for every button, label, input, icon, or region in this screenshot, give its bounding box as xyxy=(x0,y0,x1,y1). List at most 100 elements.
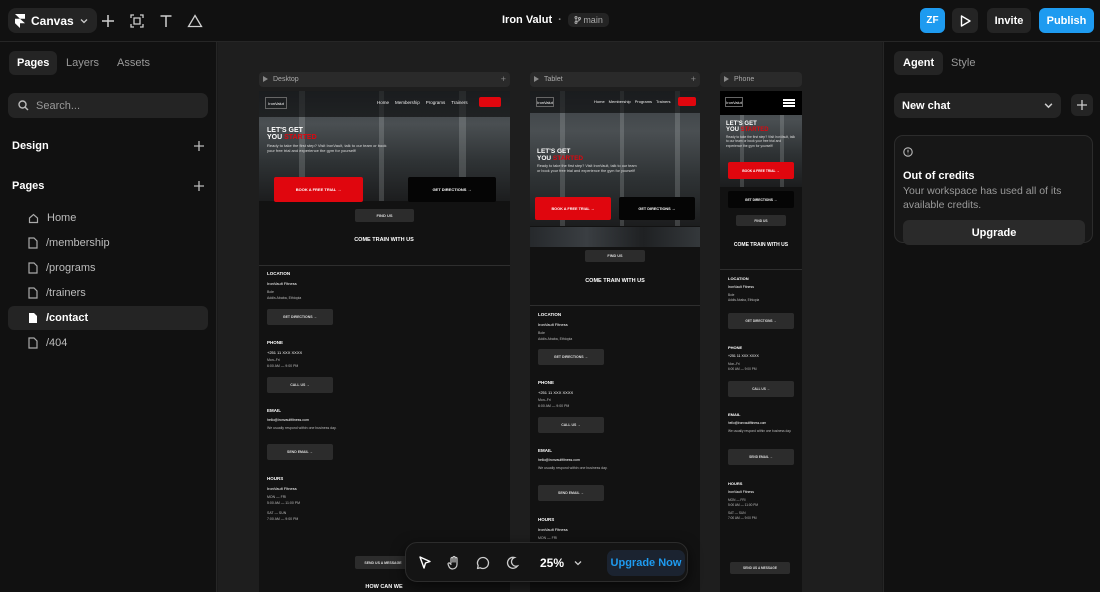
avatar[interactable]: ZF xyxy=(920,8,945,33)
tablet-frame[interactable]: IronValut Home Membership Programs Train… xyxy=(530,91,700,592)
tab-style[interactable]: Style xyxy=(942,51,984,75)
call-us-button[interactable]: CALL US → xyxy=(538,417,604,433)
nav-link[interactable]: Trainers xyxy=(656,99,671,104)
theme-toggle-icon[interactable] xyxy=(501,552,523,574)
page-item-404[interactable]: /404 xyxy=(8,331,208,355)
send-email-button[interactable]: SEND EMAIL → xyxy=(267,444,333,460)
book-trial-button[interactable]: BOOK A FREE TRIAL → xyxy=(728,162,794,179)
page-item-label: Home xyxy=(47,212,77,224)
nav-link[interactable]: Trainers xyxy=(451,100,467,105)
nav-link[interactable]: Membership xyxy=(609,99,631,104)
phone-label: PHONE xyxy=(538,380,555,385)
insert-tool-icon[interactable] xyxy=(99,12,117,30)
nav-link[interactable]: Membership xyxy=(395,100,420,105)
call-us-button[interactable]: CALL US → xyxy=(728,381,794,397)
email-address[interactable]: hello@ironvaultfitness.com xyxy=(728,421,766,425)
page-icon xyxy=(28,337,38,349)
email-address[interactable]: hello@ironvaultfitness.com xyxy=(267,418,309,422)
nav-cta-button[interactable] xyxy=(678,97,696,106)
nav-link[interactable]: Home xyxy=(594,99,605,104)
get-directions-button[interactable]: GET DIRECTIONS → xyxy=(728,191,794,208)
phone-hours: 6:00 AM — 9:00 PM xyxy=(538,404,570,408)
frame-label-tablet[interactable]: Tablet + xyxy=(530,72,700,87)
plus-icon[interactable]: + xyxy=(691,74,696,84)
send-message-button[interactable]: SEND US A MESSAGE xyxy=(730,562,790,574)
app-menu[interactable]: Canvas xyxy=(8,8,97,33)
frame-label-phone[interactable]: Phone xyxy=(720,72,802,87)
get-directions-button[interactable]: GET DIRECTIONS → xyxy=(619,197,695,220)
frame-label-desktop[interactable]: Desktop + xyxy=(259,72,510,87)
search-icon xyxy=(18,100,29,111)
nav-link[interactable]: Programs xyxy=(635,99,652,104)
add-page-icon[interactable] xyxy=(193,180,205,192)
tab-agent[interactable]: Agent xyxy=(894,51,944,75)
project-title-area[interactable]: Iron Valut · main xyxy=(502,13,609,27)
page-item-contact[interactable]: /contact xyxy=(8,306,208,330)
phone-hours: 6:00 AM — 9:00 PM xyxy=(728,367,757,371)
desktop-frame[interactable]: IronValut Home Membership Programs Train… xyxy=(259,91,510,592)
page-item-home[interactable]: Home xyxy=(8,206,208,230)
book-trial-button[interactable]: BOOK A FREE TRIAL → xyxy=(535,197,611,220)
preview-button[interactable] xyxy=(952,8,978,33)
phone-frame[interactable]: IronValut LET'S GET YOU STARTED Ready to … xyxy=(720,91,802,592)
site-logo[interactable]: IronValut xyxy=(536,97,554,107)
tab-assets[interactable]: Assets xyxy=(109,51,158,75)
page-item-membership[interactable]: /membership xyxy=(8,231,208,255)
canvas[interactable]: Desktop + IronValut Home Membership Progr… xyxy=(218,42,882,592)
find-us-button[interactable]: FIND US xyxy=(585,250,645,262)
new-chat-button[interactable] xyxy=(1071,94,1093,116)
plus-icon[interactable]: + xyxy=(501,74,506,84)
find-us-button[interactable]: FIND US xyxy=(736,215,786,226)
hero-subtitle: Ready to take the first step? Visit Iron… xyxy=(726,135,795,148)
book-trial-button[interactable]: BOOK A FREE TRIAL → xyxy=(274,177,363,202)
page-item-trainers[interactable]: /trainers xyxy=(8,281,208,305)
upgrade-now-button[interactable]: Upgrade Now xyxy=(607,550,685,576)
vector-tool-icon[interactable] xyxy=(186,12,204,30)
page-item-programs[interactable]: /programs xyxy=(8,256,208,280)
nav-link[interactable]: Home xyxy=(377,100,389,105)
tab-layers[interactable]: Layers xyxy=(58,51,107,75)
search-placeholder: Search... xyxy=(36,99,81,112)
comment-tool-icon[interactable] xyxy=(472,552,494,574)
get-directions-button-2[interactable]: GET DIRECTIONS → xyxy=(538,349,604,365)
hamburger-menu-icon[interactable] xyxy=(783,99,795,107)
site-logo[interactable]: IronValut xyxy=(265,97,287,109)
zoom-select[interactable]: 25% xyxy=(533,552,591,574)
hand-tool-icon[interactable] xyxy=(443,552,465,574)
frame-tool-icon[interactable] xyxy=(128,12,146,30)
play-icon xyxy=(534,76,539,82)
nav-cta-button[interactable] xyxy=(479,97,501,107)
nav-link[interactable]: Programs xyxy=(426,100,446,105)
get-directions-button-2[interactable]: GET DIRECTIONS → xyxy=(267,309,333,325)
publish-button[interactable]: Publish xyxy=(1039,8,1094,33)
hours-weekend-time: 7:00 AM — 9:00 PM xyxy=(728,516,757,520)
hero-title-line: YOU xyxy=(726,127,740,133)
plus-icon xyxy=(1077,100,1087,110)
hours-weekend: SAT — SUN xyxy=(267,511,287,515)
hours-weekday-time: 5:00 AM — 11:00 PM xyxy=(728,503,759,507)
site-logo[interactable]: IronValut xyxy=(725,97,743,107)
get-directions-button-2[interactable]: GET DIRECTIONS → xyxy=(728,313,794,329)
find-us-button[interactable]: FIND US xyxy=(355,209,414,222)
send-email-button[interactable]: SEND EMAIL → xyxy=(728,449,794,465)
location-label: LOCATION xyxy=(267,271,291,276)
email-address[interactable]: hello@ironvaultfitness.com xyxy=(538,458,580,462)
chat-select-value: New chat xyxy=(902,99,951,112)
get-directions-button[interactable]: GET DIRECTIONS → xyxy=(408,177,496,202)
chat-select[interactable]: New chat xyxy=(894,93,1061,118)
upgrade-button[interactable]: Upgrade xyxy=(903,220,1085,245)
send-email-button[interactable]: SEND EMAIL → xyxy=(538,485,604,501)
branch-badge[interactable]: main xyxy=(567,13,609,27)
text-tool-icon[interactable] xyxy=(157,12,175,30)
hero-title-line: YOU xyxy=(537,154,552,162)
hero-title: LET'S GET YOU STARTED xyxy=(267,127,317,141)
email-note: We usually respond within one business d… xyxy=(728,429,792,433)
hero-subtitle: Ready to take the first step? Visit Iron… xyxy=(267,143,387,154)
invite-button[interactable]: Invite xyxy=(987,8,1031,33)
call-us-button[interactable]: CALL US → xyxy=(267,377,333,393)
tab-pages[interactable]: Pages xyxy=(9,51,58,75)
pointer-tool-icon[interactable] xyxy=(414,552,436,574)
add-design-icon[interactable] xyxy=(193,140,205,152)
send-message-button[interactable]: SEND US A MESSAGE xyxy=(355,556,411,569)
search-input[interactable]: Search... xyxy=(8,93,208,118)
